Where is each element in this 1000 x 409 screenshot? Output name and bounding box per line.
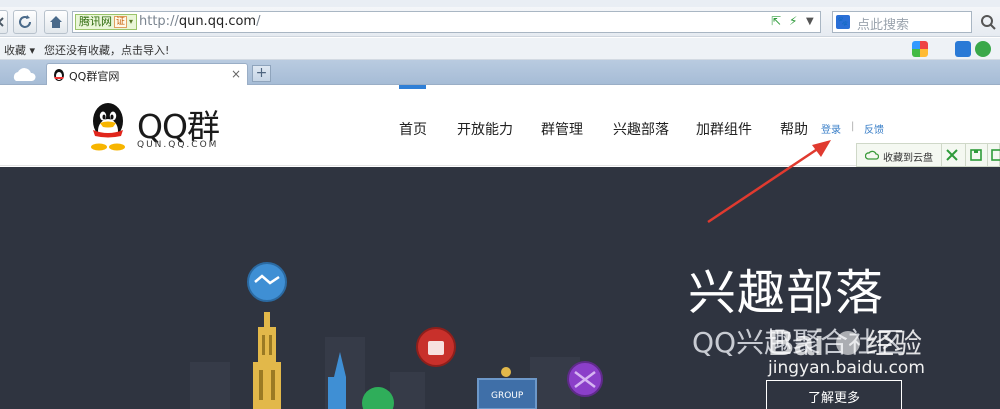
search-engine-icon[interactable]: 🐾 — [836, 15, 850, 29]
url-text[interactable]: http://qun.qq.com/ — [139, 14, 260, 29]
watermark-brand: 经验 — [866, 327, 922, 360]
baidu-paw-watermark: Bai 经验 — [768, 322, 922, 363]
save-icon — [970, 149, 982, 161]
cloud-save-toolbar: 收藏到云盘 — [856, 143, 1000, 167]
cloud-tab-button[interactable] — [4, 65, 42, 85]
svg-text:Bai: Bai — [768, 322, 824, 363]
nav-item-interest-tribe[interactable]: 兴趣部落 — [613, 119, 669, 139]
favorites-menu[interactable]: 收藏 ▾ — [4, 42, 35, 58]
feedback-link[interactable]: 反馈 — [864, 121, 884, 136]
favorites-bar: 收藏 ▾ 您还没有收藏，点击导入! — [0, 38, 1000, 60]
shield-icon[interactable] — [975, 41, 991, 57]
share-icon[interactable]: ⇱ — [771, 14, 781, 28]
tab-title: QQ群官网 — [69, 70, 120, 83]
home-button[interactable] — [44, 10, 68, 34]
cloud-icon — [13, 68, 36, 81]
cloud-save-button[interactable]: 收藏到云盘 — [883, 149, 933, 164]
expand-icon — [946, 149, 958, 161]
address-dropdown-icon[interactable]: ▼ — [806, 16, 814, 27]
back-arrow-icon — [0, 17, 4, 27]
link-separator: | — [851, 121, 855, 132]
nav-item-group-manage[interactable]: 群管理 — [541, 119, 583, 139]
hero-banner: GROUP 兴趣部落 QQ兴趣聚合社区 Bai 经验 jingyan.baidu… — [0, 167, 1000, 409]
save-button[interactable] — [965, 144, 985, 166]
chevron-down-icon: ▾ — [129, 17, 134, 26]
site-badge-label: 腾讯网 — [79, 15, 112, 28]
nav-item-help[interactable]: 帮助 — [780, 119, 808, 139]
favorites-import-tip[interactable]: 您还没有收藏，点击导入! — [44, 42, 169, 58]
home-icon — [50, 16, 62, 28]
nav-item-join-widget[interactable]: 加群组件 — [696, 119, 752, 139]
search-placeholder: 点此搜索 — [857, 18, 910, 33]
nav-item-open-capability[interactable]: 开放能力 — [457, 119, 513, 139]
site-verify-badge[interactable]: 腾讯网 证 ▾ — [75, 14, 138, 30]
learn-more-button[interactable]: 了解更多 — [766, 380, 902, 409]
lightning-icon[interactable]: ⚡ — [789, 14, 797, 28]
certificate-icon: 证 — [114, 16, 128, 28]
nav-item-home[interactable]: 首页 — [399, 119, 427, 139]
tab-qq-qun[interactable]: QQ群官网 × — [46, 63, 248, 86]
qq-penguin-icon — [54, 69, 64, 81]
url-prefix: http:// — [139, 14, 179, 29]
back-button[interactable] — [0, 10, 8, 34]
window-titlebar — [0, 0, 1000, 7]
logo-subtitle: QUN.QQ.COM — [137, 140, 219, 150]
address-bar[interactable]: 腾讯网 证 ▾ http://qun.qq.com/ ⇱ ⚡ ▼ — [72, 11, 821, 33]
login-link[interactable]: 登录 — [821, 121, 841, 136]
more-tools-button[interactable] — [987, 144, 1000, 166]
refresh-button[interactable] — [13, 10, 37, 34]
site-header: QQ群 QUN.QQ.COM 首页 开放能力 群管理 兴趣部落 加群组件 帮助 … — [0, 85, 1000, 166]
close-icon[interactable]: × — [231, 67, 241, 81]
qq-penguin-logo[interactable] — [86, 101, 130, 151]
address-toolbar: 腾讯网 证 ▾ http://qun.qq.com/ ⇱ ⚡ ▼ 🐾 点此搜索 — [0, 7, 1000, 37]
search-icon — [981, 15, 996, 30]
favorites-label: 收藏 — [4, 44, 26, 57]
refresh-icon — [19, 15, 31, 28]
search-button[interactable] — [977, 11, 999, 33]
security-icon[interactable] — [955, 41, 971, 57]
watermark-url: jingyan.baidu.com — [768, 358, 925, 378]
tab-strip: QQ群官网 × + — [0, 60, 1000, 86]
search-input[interactable]: 🐾 点此搜索 — [832, 11, 972, 33]
cloud-icon — [865, 150, 879, 160]
url-suffix: / — [256, 14, 261, 29]
nav-active-indicator — [399, 85, 426, 89]
group-sign: GROUP — [491, 391, 524, 401]
url-domain: qun.qq.com — [178, 14, 257, 29]
new-tab-button[interactable]: + — [252, 65, 271, 82]
hero-title: 兴趣部落 — [688, 265, 885, 321]
apps-icon[interactable] — [912, 41, 928, 57]
expand-button[interactable] — [941, 144, 961, 166]
hero-illustration — [190, 262, 603, 409]
tool-icon — [991, 149, 1000, 161]
